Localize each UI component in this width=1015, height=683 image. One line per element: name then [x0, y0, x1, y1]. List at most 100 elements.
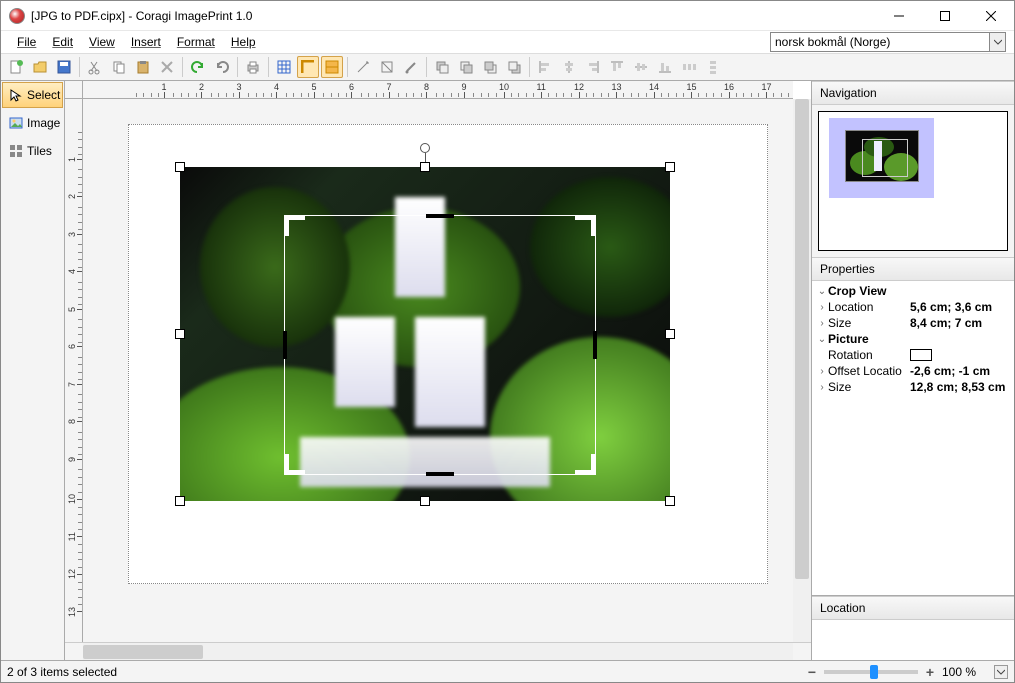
navigation-thumbnail[interactable] [818, 111, 1008, 251]
menu-view[interactable]: View [81, 33, 123, 51]
print-icon[interactable] [242, 56, 264, 78]
vertical-scrollbar[interactable] [793, 99, 811, 642]
ruler-corner [65, 81, 83, 99]
menu-insert[interactable]: Insert [123, 33, 169, 51]
prop-picture: Picture [828, 332, 1010, 346]
snap-icon[interactable] [321, 56, 343, 78]
cursor-icon [9, 88, 23, 102]
canvas[interactable] [83, 99, 793, 642]
handle-tc[interactable] [420, 162, 430, 172]
prop-size-label: Size [828, 316, 910, 330]
arrange-forward-icon[interactable] [455, 56, 477, 78]
handle-bc[interactable] [420, 496, 430, 506]
prop-size-value[interactable]: 8,4 cm; 7 cm [910, 316, 1010, 330]
paste-icon[interactable] [132, 56, 154, 78]
tool-tiles-label: Tiles [27, 144, 52, 158]
menu-file[interactable]: File [9, 33, 44, 51]
prop-offset-value[interactable]: -2,6 cm; -1 cm [910, 364, 1010, 378]
zoom-slider[interactable] [824, 670, 918, 674]
chevron-right-icon[interactable]: › [816, 366, 828, 377]
expand-icon[interactable]: ⌄ [816, 286, 828, 297]
status-text: 2 of 3 items selected [7, 665, 796, 679]
language-select[interactable]: norsk bokmål (Norge) [770, 32, 990, 52]
open-icon[interactable] [29, 56, 51, 78]
arrange-back-icon[interactable] [503, 56, 525, 78]
align-top-icon[interactable] [606, 56, 628, 78]
language-dropdown-icon[interactable] [990, 32, 1006, 52]
main-area: Select Image Tiles 123456789101112131415… [1, 81, 1014, 660]
crop-frame[interactable] [284, 215, 596, 475]
distribute-v-icon[interactable] [702, 56, 724, 78]
title-bar: [JPG to PDF.cipx] - Coragi ImagePrint 1.… [1, 1, 1014, 31]
vertical-ruler: 12345678910111213 [65, 99, 83, 642]
delete-icon[interactable] [156, 56, 178, 78]
zoom-dropdown-icon[interactable] [994, 665, 1008, 679]
prop-offset-label: Offset Locatio [828, 364, 910, 378]
expand-icon[interactable]: ⌄ [816, 334, 828, 345]
align-bottom-icon[interactable] [654, 56, 676, 78]
tool-select[interactable]: Select [2, 82, 63, 108]
redo-icon[interactable] [211, 56, 233, 78]
horizontal-ruler: 123456789101112131415161718 [83, 81, 793, 99]
location-title: Location [812, 596, 1014, 620]
status-bar: 2 of 3 items selected − + 100 % [1, 660, 1014, 682]
new-icon[interactable] [5, 56, 27, 78]
grid-icon[interactable] [273, 56, 295, 78]
navigation-title: Navigation [812, 81, 1014, 105]
align-center-v-icon[interactable] [630, 56, 652, 78]
horizontal-scrollbar[interactable] [83, 643, 793, 660]
align-right-icon[interactable] [582, 56, 604, 78]
location-panel: Location [812, 595, 1014, 660]
arrange-backward-icon[interactable] [479, 56, 501, 78]
ruler-toggle-icon[interactable] [297, 56, 319, 78]
window-title: [JPG to PDF.cipx] - Coragi ImagePrint 1.… [31, 9, 876, 23]
tool-tiles[interactable]: Tiles [2, 138, 63, 164]
prop-psize-value[interactable]: 12,8 cm; 8,53 cm [910, 380, 1010, 394]
chevron-right-icon[interactable]: › [816, 382, 828, 393]
copy-icon[interactable] [108, 56, 130, 78]
prop-location-value[interactable]: 5,6 cm; 3,6 cm [910, 300, 1010, 314]
undo-icon[interactable] [187, 56, 209, 78]
zoom-in-button[interactable]: + [922, 664, 938, 680]
picture-content [180, 167, 670, 501]
handle-mr[interactable] [665, 329, 675, 339]
handle-tr[interactable] [665, 162, 675, 172]
cut-icon[interactable] [84, 56, 106, 78]
tool-image[interactable]: Image [2, 110, 63, 136]
menu-edit[interactable]: Edit [44, 33, 81, 51]
properties-title: Properties [812, 257, 1014, 281]
arrange-front-icon[interactable] [431, 56, 453, 78]
image-icon [9, 116, 23, 130]
prop-rotation-label: Rotation [828, 348, 910, 362]
distribute-h-icon[interactable] [678, 56, 700, 78]
chevron-right-icon[interactable]: › [816, 302, 828, 313]
rotation-handle[interactable] [420, 143, 430, 153]
menu-help[interactable]: Help [223, 33, 264, 51]
image-object[interactable] [180, 167, 670, 501]
prop-location-label: Location [828, 300, 910, 314]
eyedropper-icon[interactable] [400, 56, 422, 78]
tool-select-label: Select [27, 88, 60, 102]
zoom-percent: 100 % [942, 665, 990, 679]
canvas-column: 123456789101112131415161718 123456789101… [65, 81, 811, 660]
handle-bl[interactable] [175, 496, 185, 506]
minimize-button[interactable] [876, 1, 922, 31]
maximize-button[interactable] [922, 1, 968, 31]
close-button[interactable] [968, 1, 1014, 31]
menu-format[interactable]: Format [169, 33, 223, 51]
align-tool-1-icon[interactable] [352, 56, 374, 78]
align-left-icon[interactable] [534, 56, 556, 78]
left-tool-panel: Select Image Tiles [1, 81, 65, 660]
zoom-out-button[interactable]: − [804, 664, 820, 680]
save-icon[interactable] [53, 56, 75, 78]
align-center-h-icon[interactable] [558, 56, 580, 78]
align-tool-2-icon[interactable] [376, 56, 398, 78]
handle-tl[interactable] [175, 162, 185, 172]
chevron-right-icon[interactable]: › [816, 318, 828, 329]
handle-br[interactable] [665, 496, 675, 506]
handle-ml[interactable] [175, 329, 185, 339]
properties-body: ⌄Crop View ›Location5,6 cm; 3,6 cm ›Size… [812, 281, 1014, 595]
prop-crop-view: Crop View [828, 284, 1010, 298]
zoom-control: − + 100 % [804, 664, 1008, 680]
rotation-swatch[interactable] [910, 349, 932, 361]
